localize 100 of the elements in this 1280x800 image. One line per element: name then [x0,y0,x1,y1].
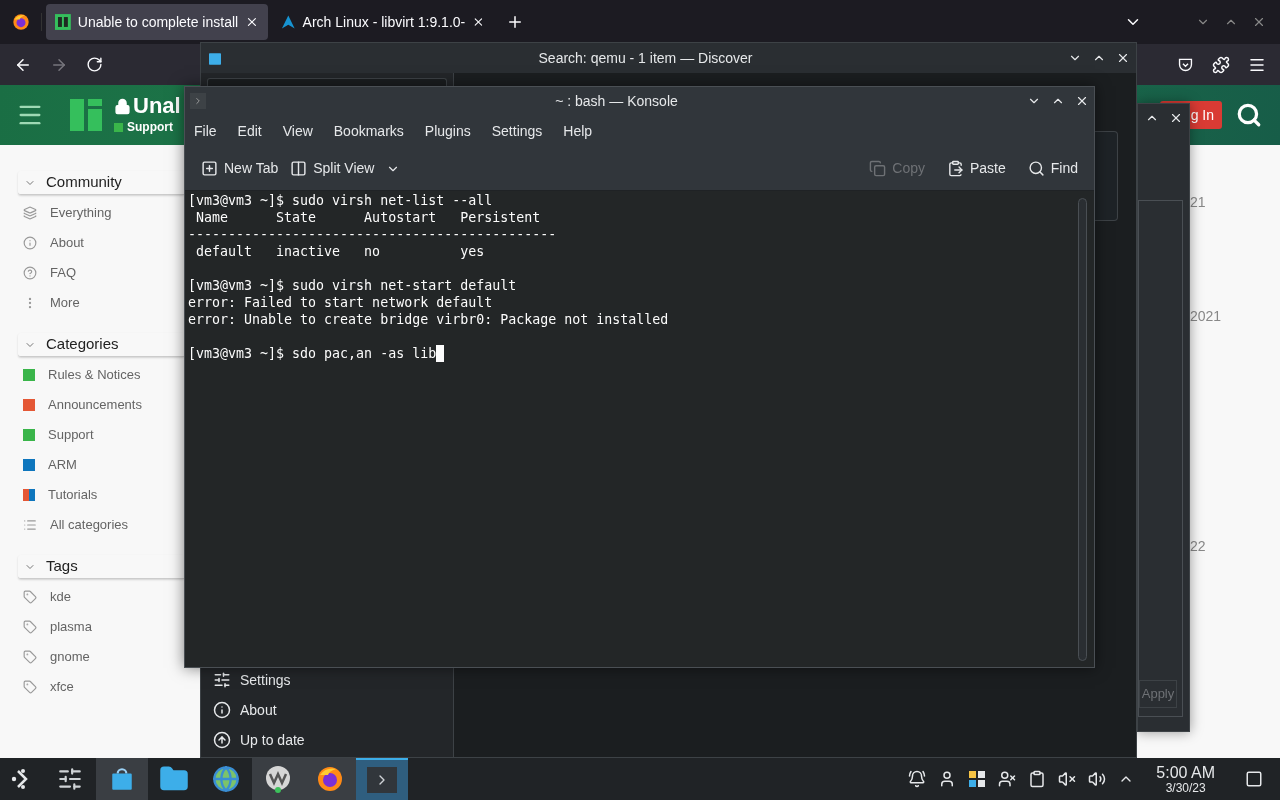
split-button[interactable]: Split View [284,153,407,184]
category-label[interactable]: Support [127,118,173,136]
terminal-icon [190,93,206,109]
tab-title: Arch Linux - libvirt 1:9.1.0- [302,12,466,32]
sidebar-link[interactable]: Rules & Notices [48,365,141,385]
copy-icon [869,160,887,177]
post-date: 22 [1190,537,1207,556]
menu-item[interactable]: Plugins [424,120,471,142]
sidebar-link[interactable]: More [50,293,80,313]
sidebar-link[interactable]: Everything [50,203,112,223]
pocket-icon[interactable] [1177,56,1194,73]
volume-icon[interactable] [1088,770,1107,788]
sidebar-link[interactable]: All categories [50,515,129,535]
grid-icon[interactable] [968,770,987,788]
taskbar-item[interactable] [96,758,148,800]
terminal-line: default inactive no yes [195,243,485,260]
taskbar-item[interactable] [356,758,408,800]
close-icon[interactable] [1169,111,1183,125]
menu-item[interactable]: File [194,120,217,142]
sidebar-link[interactable]: ARM [48,455,77,475]
close-icon[interactable] [1116,51,1130,65]
sliders-icon[interactable] [57,766,83,792]
new-tab-icon [201,160,218,177]
window-title: ~ : bash — Konsole [555,91,678,111]
section-title: Categories [46,334,119,355]
manjaro-logo-icon [55,14,71,30]
sidebar-link[interactable]: Announcements [48,395,142,415]
sidebar-link[interactable]: FAQ [50,263,76,283]
paste-icon [946,160,964,177]
firefox-icon[interactable] [316,765,344,793]
new-tab-button[interactable]: New Tab [195,153,285,184]
search-icon [1027,160,1045,177]
menu-item[interactable]: Edit [237,120,262,142]
terminal-line: [vm3@vm3 ~]$ sudo virsh net-start default [188,277,517,294]
tag-icon [23,650,37,664]
show-desktop-icon[interactable] [1245,770,1263,788]
menu-item[interactable]: Settings [491,120,543,142]
lock-icon [114,97,131,115]
close-icon[interactable] [245,15,259,29]
section-title: Community [46,172,122,193]
paste-button[interactable]: Paste [940,153,1012,184]
clock[interactable]: 5:00 AM 3/30/23 [1156,763,1215,795]
close-icon[interactable] [1075,94,1089,108]
scrollbar[interactable] [1078,198,1087,661]
post-date: 2021 [1190,307,1223,326]
terminal-icon[interactable] [367,767,397,793]
close-icon[interactable] [472,15,485,29]
sidebar-link[interactable]: xfce [50,677,74,697]
arch-logo-icon [281,14,296,30]
arrow-up-circle-icon [213,731,231,749]
sidebar-link[interactable]: Support [48,425,94,445]
info-icon [23,236,37,250]
menu-item[interactable]: Help [563,120,593,142]
clipboard-icon[interactable] [1028,770,1047,788]
shopping-bag-icon[interactable] [109,766,135,792]
notification-icon[interactable] [908,770,927,788]
menu-item[interactable]: View [282,120,313,142]
terminal-line: [vm3@vm3 ~]$ sdo pac,an -as lib [188,345,437,362]
close-icon[interactable] [1252,15,1266,29]
manjaro-logo-icon[interactable] [70,99,102,131]
window-title: Search: qemu - 1 item — Discover [538,48,753,68]
tag-icon [23,590,37,604]
layers-icon [23,206,37,220]
taskbar-item[interactable] [304,758,356,800]
post-date: 21 [1190,193,1207,212]
sidebar-link[interactable]: kde [50,587,71,607]
nav-item[interactable]: Settings [207,665,447,695]
mute-icon[interactable] [1058,770,1077,788]
search-icon[interactable] [1236,102,1262,128]
topic-title: Unal [133,94,181,118]
globe-icon[interactable] [212,765,240,793]
tab-title: Unable to complete install [77,12,239,32]
nav-item[interactable]: Up to date [207,725,447,755]
sidebar-link[interactable]: About [50,233,84,253]
firefox-icon[interactable] [11,13,30,31]
tag-icon [23,620,37,634]
split-view-icon [290,160,308,177]
info-icon [213,701,231,719]
taskbar-item[interactable] [252,758,304,800]
nav-item[interactable]: About [207,695,447,725]
reload-icon[interactable] [86,56,103,73]
user-icon[interactable] [998,770,1017,788]
terminal-line: ---------------------------------------------- [188,226,557,243]
tag-icon [23,680,37,694]
list-icon [23,518,37,532]
menu-item[interactable]: Bookmarks [333,120,404,142]
browser-tab[interactable]: Unable to complete install [46,4,268,40]
sidebar-link[interactable]: gnome [50,647,90,667]
terminal-line: error: Unable to create bridge virbr0: Package not installed [188,311,669,328]
category-square [114,122,123,132]
extensions-icon[interactable] [1212,55,1230,74]
help-icon [23,266,37,280]
vm-app-icon[interactable] [264,765,292,793]
shopping-bag-icon [207,50,223,66]
find-button[interactable]: Find [1021,153,1084,184]
new-tab-icon[interactable] [506,13,524,31]
sidebar-link[interactable]: plasma [50,617,92,637]
terminal-line: [vm3@vm3 ~]$ sudo virsh net-list --all [188,192,493,209]
sidebar-link[interactable]: Tutorials [48,485,98,505]
browser-tab[interactable]: Arch Linux - libvirt 1:9.1.0- [272,4,494,40]
